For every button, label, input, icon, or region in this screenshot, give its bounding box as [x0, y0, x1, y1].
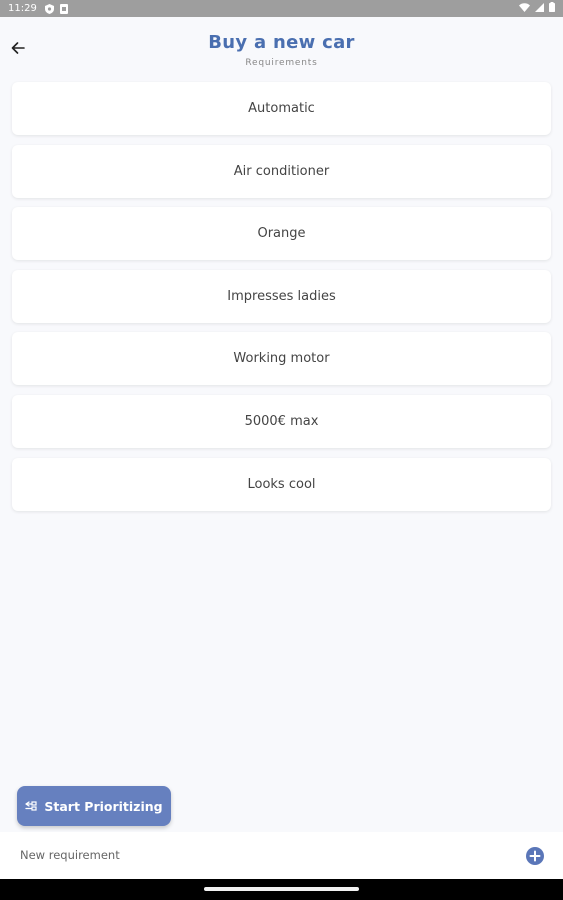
requirement-card[interactable]: Air conditioner	[12, 144, 551, 198]
new-requirement-bar	[0, 832, 563, 879]
shield-icon	[44, 3, 54, 14]
new-requirement-input[interactable]	[12, 845, 508, 865]
compare-icon	[25, 799, 37, 814]
requirement-card[interactable]: Looks cool	[12, 457, 551, 511]
status-time: 11:29	[8, 3, 37, 14]
signal-icon	[535, 2, 544, 15]
start-prioritizing-label: Start Prioritizing	[44, 798, 163, 814]
requirements-list: Automatic Air conditioner Orange Impress…	[12, 82, 551, 520]
requirement-card[interactable]: 5000€ max	[12, 394, 551, 448]
sim-icon	[59, 3, 68, 14]
add-circle-icon	[526, 847, 544, 865]
requirement-card[interactable]: Automatic	[12, 82, 551, 135]
page-subtitle: Requirements	[245, 58, 318, 68]
wifi-icon	[519, 2, 530, 15]
status-bar: 11:29	[0, 0, 563, 17]
requirement-card[interactable]: Orange	[12, 207, 551, 261]
add-requirement-button[interactable]	[525, 846, 545, 866]
app-header: Buy a new car Requirements	[0, 17, 563, 77]
system-nav-bar	[0, 879, 563, 900]
requirement-card[interactable]: Impresses ladies	[12, 269, 551, 323]
start-prioritizing-button[interactable]: Start Prioritizing	[17, 786, 171, 826]
battery-icon	[549, 2, 555, 15]
page-title: Buy a new car	[208, 32, 355, 53]
home-gesture-handle[interactable]	[204, 887, 359, 891]
requirement-card[interactable]: Working motor	[12, 332, 551, 386]
